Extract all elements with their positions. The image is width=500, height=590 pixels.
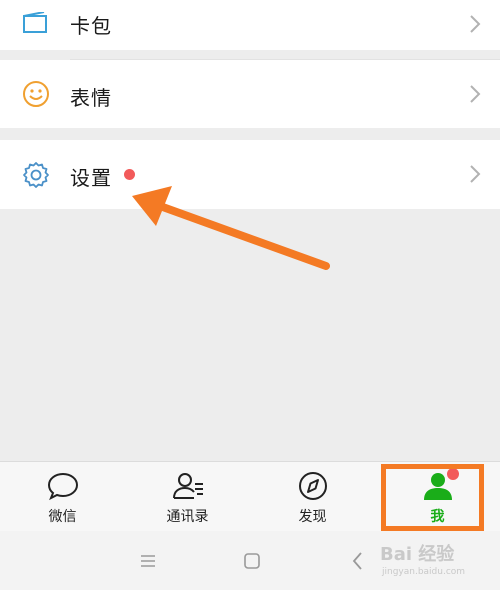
menu-item-label: 卡包	[70, 14, 112, 38]
card-wallet-icon	[22, 10, 50, 38]
tab-me[interactable]: 我	[375, 462, 500, 532]
tab-label: 微信	[48, 509, 77, 525]
menu-item-card-wallet[interactable]: 卡包	[0, 0, 500, 50]
tab-discover[interactable]: 发现	[250, 462, 375, 532]
menu-item-settings[interactable]: 设置	[0, 140, 500, 209]
system-nav-bar	[0, 531, 500, 590]
tab-contacts[interactable]: 通讯录	[125, 462, 250, 532]
home-square-icon[interactable]	[240, 549, 264, 573]
bottom-tab-bar: 微信 通讯录 发现 我	[0, 461, 500, 531]
tab-chats[interactable]: 微信	[0, 462, 125, 532]
back-chevron-icon[interactable]	[346, 549, 370, 573]
menu-icon[interactable]	[137, 549, 161, 573]
chevron-right-icon	[468, 14, 482, 34]
chat-bubble-icon	[46, 470, 80, 502]
notification-dot	[124, 169, 135, 180]
gear-icon	[22, 161, 50, 189]
menu-item-label: 表情	[70, 86, 112, 110]
menu-item-stickers[interactable]: 表情	[0, 60, 500, 128]
notification-dot	[447, 468, 459, 480]
menu-item-label: 设置	[70, 166, 112, 190]
chevron-right-icon	[468, 164, 482, 184]
tab-label: 我	[430, 509, 445, 525]
compass-icon	[296, 470, 330, 502]
chevron-right-icon	[468, 84, 482, 104]
tab-label: 发现	[298, 509, 327, 525]
contacts-icon	[171, 470, 205, 502]
smiley-icon	[22, 80, 50, 108]
tab-label: 通讯录	[166, 509, 209, 525]
